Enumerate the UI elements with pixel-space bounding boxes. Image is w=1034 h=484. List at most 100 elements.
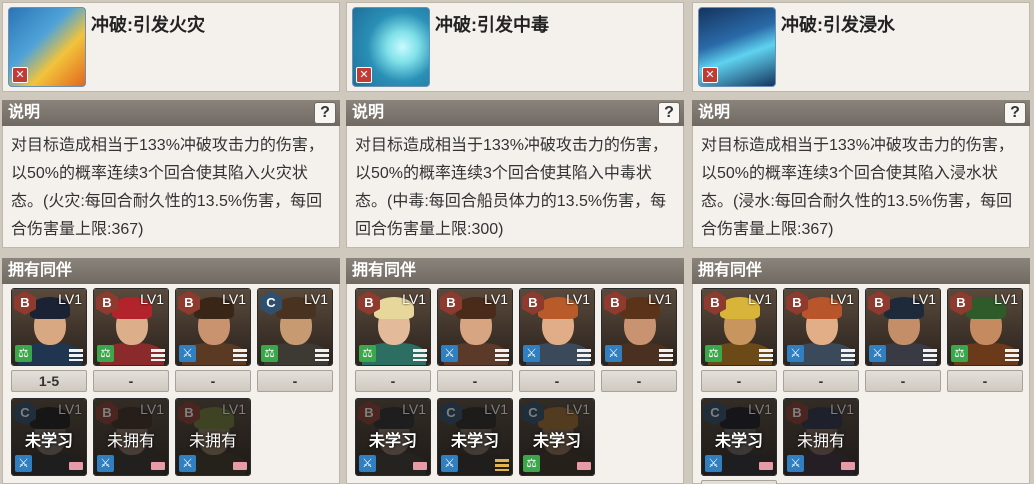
trade-scale-icon: ⚖ (261, 345, 278, 362)
status-label: 未学习 (368, 433, 417, 450)
adventure-sword-icon: ⚔ (359, 455, 376, 472)
description-header: 说明 ? (2, 100, 340, 126)
stats-bars-icon (495, 349, 509, 361)
companion-card[interactable]: B LV1 ⚔ (783, 288, 859, 366)
companions-list: BLV1⚖-BLV1⚔-BLV1⚔-BLV1⚔-BLV1未学习⚔CLV1未学习⚔… (346, 284, 684, 484)
companion-card[interactable]: CLV1未学习⚔ (437, 398, 513, 476)
trade-scale-icon: ⚖ (359, 345, 376, 362)
companion-card[interactable]: B LV1 ⚔ (865, 288, 941, 366)
skill-fire-icon[interactable]: ✕ (8, 7, 86, 87)
skill-flood-icon[interactable]: ✕ (698, 7, 776, 87)
companions-header: 拥有同伴 (346, 258, 684, 284)
skill-slot-button[interactable]: - (519, 370, 595, 392)
adventure-sword-icon: ⚔ (787, 345, 804, 362)
companion-card[interactable]: BLV1未拥有⚔ (93, 398, 169, 476)
companion-card[interactable]: B LV1 ⚖ (701, 288, 777, 366)
companion-card[interactable]: B LV1 ⚖ (947, 288, 1023, 366)
companion-card[interactable]: CLV1未学习⚖ (519, 398, 595, 476)
stats-bars-icon (69, 349, 83, 361)
skill-header: ✕ 冲破:引发中毒 (346, 2, 684, 92)
status-label: 未拥有 (188, 433, 237, 450)
companion-card[interactable]: BLV1未拥有⚔ (175, 398, 251, 476)
companion-card[interactable]: CLV1未学习⚔ (11, 398, 87, 476)
skill-header: ✕ 冲破:引发火灾 (2, 2, 340, 92)
skill-slot-button[interactable]: - (601, 370, 677, 392)
status-label: 未学习 (532, 433, 581, 450)
companion-card[interactable]: CLV1未学习⚔ (701, 398, 777, 476)
companion-card[interactable]: B LV1 ⚔ (519, 288, 595, 366)
stats-bars-icon (495, 459, 509, 471)
level-label: LV1 (830, 291, 854, 307)
skill-slot-button[interactable]: - (783, 370, 859, 392)
trade-scale-icon: ⚖ (951, 345, 968, 362)
trade-scale-icon: ⚖ (97, 345, 114, 362)
skill-header: ✕ 冲破:引发浸水 (692, 2, 1030, 92)
help-button[interactable]: ? (658, 102, 680, 124)
stats-bars-icon (923, 349, 937, 361)
description-text: 对目标造成相当于133%冲破攻击力的伤害，以50%的概率连续3个回合使其陷入中毒… (346, 126, 684, 248)
companion-card[interactable]: B LV1 ⚔ (601, 288, 677, 366)
status-label: 未学习 (24, 433, 73, 450)
level-label: LV1 (484, 291, 508, 307)
skill-slot-button[interactable]: - (175, 370, 251, 392)
skill-slot-button[interactable]: - (355, 370, 431, 392)
adventure-sword-icon: ⚔ (97, 455, 114, 472)
skill-panel-poison: ✕ 冲破:引发中毒 说明 ? 对目标造成相当于133%冲破攻击力的伤害，以50%… (346, 0, 684, 484)
skill-slot-button[interactable]: 1-5 (11, 370, 87, 392)
companion-card[interactable]: BLV1未学习⚔ (355, 398, 431, 476)
companion-card[interactable]: C LV1 ⚖ (257, 288, 333, 366)
description-title: 说明 (698, 104, 731, 121)
companion-card[interactable]: B LV1 ⚖ (11, 288, 87, 366)
description-header: 说明 ? (692, 100, 1030, 126)
stats-bars-icon (659, 349, 673, 361)
description-title: 说明 (352, 104, 385, 121)
status-label: 未拥有 (796, 433, 845, 450)
skill-slot-button[interactable]: - (437, 370, 513, 392)
level-label: LV1 (566, 291, 590, 307)
adventure-sword-icon: ⚔ (15, 455, 32, 472)
attack-type-icon: ✕ (12, 67, 28, 83)
level-label: LV1 (58, 291, 82, 307)
trade-scale-icon: ⚖ (705, 345, 722, 362)
help-button[interactable]: ? (1004, 102, 1026, 124)
stats-bars-icon (151, 349, 165, 361)
skill-name: 冲破:引发浸水 (781, 15, 895, 35)
stats-bars-icon (413, 349, 427, 361)
level-label: LV1 (304, 291, 328, 307)
adventure-sword-icon: ⚔ (441, 345, 458, 362)
description-text: 对目标造成相当于133%冲破攻击力的伤害，以50%的概率连续3个回合使其陷入浸水… (692, 126, 1030, 248)
help-button[interactable]: ? (314, 102, 336, 124)
adventure-sword-icon: ⚔ (705, 455, 722, 472)
status-label: 未学习 (714, 433, 763, 450)
companion-card[interactable]: BLV1未拥有⚔ (783, 398, 859, 476)
adventure-sword-icon: ⚔ (605, 345, 622, 362)
status-label: 未拥有 (106, 433, 155, 450)
skill-slot-button[interactable]: - (701, 480, 777, 484)
companions-header: 拥有同伴 (692, 258, 1030, 284)
level-label: LV1 (748, 291, 772, 307)
skill-slot-button[interactable]: - (257, 370, 333, 392)
attack-type-icon: ✕ (356, 67, 372, 83)
adventure-sword-icon: ⚔ (441, 455, 458, 472)
skill-slot-button[interactable]: - (865, 370, 941, 392)
companion-card[interactable]: B LV1 ⚖ (355, 288, 431, 366)
companion-card[interactable]: B LV1 ⚔ (175, 288, 251, 366)
adventure-sword-icon: ⚔ (179, 455, 196, 472)
companion-card[interactable]: B LV1 ⚔ (437, 288, 513, 366)
skill-name: 冲破:引发火灾 (91, 15, 205, 35)
companion-card[interactable]: B LV1 ⚖ (93, 288, 169, 366)
skill-slot-button[interactable]: - (947, 370, 1023, 392)
stats-bars-icon (315, 349, 329, 361)
attack-type-icon: ✕ (702, 67, 718, 83)
description-title: 说明 (8, 104, 41, 121)
skill-poison-icon[interactable]: ✕ (352, 7, 430, 87)
trade-scale-icon: ⚖ (523, 455, 540, 472)
skill-slot-button[interactable]: - (93, 370, 169, 392)
level-label: LV1 (994, 291, 1018, 307)
stats-bars-icon (577, 462, 591, 470)
skill-slot-button[interactable]: - (701, 370, 777, 392)
companions-list: BLV1⚖1-5BLV1⚖-BLV1⚔-CLV1⚖-CLV1未学习⚔BLV1未拥… (2, 284, 340, 484)
companions-header: 拥有同伴 (2, 258, 340, 284)
description-text: 对目标造成相当于133%冲破攻击力的伤害，以50%的概率连续3个回合使其陷入火灾… (2, 126, 340, 248)
companions-list: BLV1⚖-BLV1⚔-BLV1⚔-BLV1⚖-CLV1未学习⚔BLV1未拥有⚔… (692, 284, 1030, 484)
